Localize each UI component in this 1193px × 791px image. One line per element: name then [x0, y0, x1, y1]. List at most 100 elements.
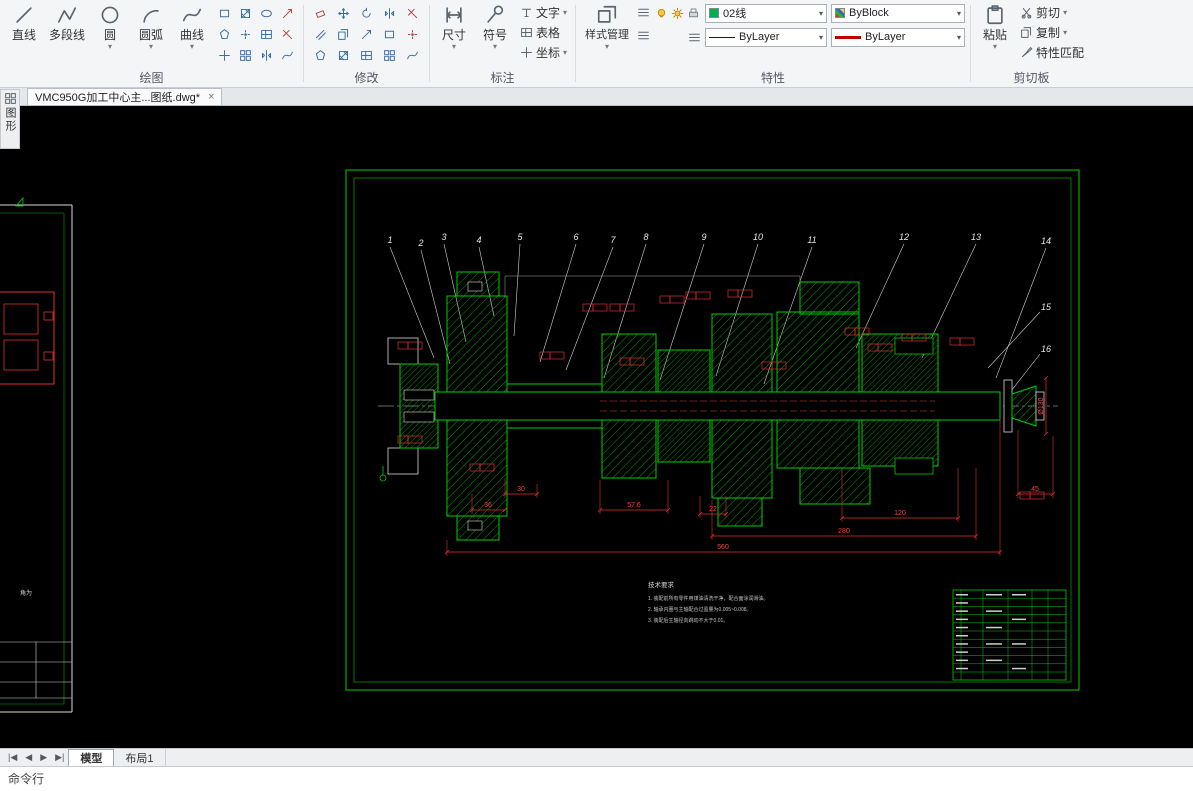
rotate-tool-icon[interactable] — [355, 3, 378, 24]
dropdown-arrow-icon[interactable]: ▾ — [957, 9, 961, 18]
cad-drawing[interactable]: 角为 1 2 3 4 5 6 7 8 9 10 11 12 13 14 15 1… — [0, 106, 1193, 748]
leader-tool-icon[interactable] — [277, 3, 298, 24]
layer-combo[interactable]: 02线 ▾ — [705, 3, 828, 23]
dropdown-arrow-icon[interactable]: ▾ — [819, 9, 823, 18]
copy-button[interactable]: 复制 ▾ — [1017, 22, 1087, 42]
break-point-tool-icon[interactable] — [401, 24, 424, 45]
panel-annotate: 尺寸 ▾ 符号 ▾ 文字 ▾ 表格 坐标 ▾ 标注 — [430, 0, 575, 87]
offset-tool-icon[interactable] — [309, 24, 332, 45]
dropdown-arrow-icon[interactable]: ▾ — [1063, 28, 1067, 37]
move-tool-icon[interactable] — [332, 3, 355, 24]
linetype-manager-icon[interactable] — [688, 31, 701, 44]
text-button[interactable]: 文字 ▾ — [517, 2, 570, 22]
svg-text:2. 轴承内圈与主轴配合过盈量为0.005~0.008。: 2. 轴承内圈与主轴配合过盈量为0.005~0.008。 — [648, 606, 752, 613]
array-edit-tool-icon[interactable] — [355, 45, 378, 66]
dropdown-arrow-icon[interactable]: ▾ — [605, 42, 609, 51]
align-tool-icon[interactable] — [378, 45, 401, 66]
title-block — [952, 589, 1067, 681]
command-line[interactable]: 命令行 — [0, 766, 1193, 791]
panel-label-annotate[interactable]: 标注 — [435, 70, 570, 87]
style-manager-button[interactable]: 样式管理 ▾ — [581, 1, 633, 65]
edit-curve-tool-icon[interactable] — [401, 45, 424, 66]
svg-text:30: 30 — [517, 486, 525, 493]
layer-list-icon[interactable] — [637, 6, 650, 19]
model-tab[interactable]: 模型 — [68, 749, 115, 766]
region-tool-icon[interactable] — [256, 24, 277, 45]
dropdown-arrow-icon[interactable]: ▾ — [190, 42, 194, 51]
scale-tool-icon[interactable] — [378, 24, 401, 45]
dropdown-arrow-icon[interactable]: ▾ — [108, 42, 112, 51]
last-sheet-button[interactable]: ▶| — [51, 749, 68, 766]
panel-label-clipboard[interactable]: 剪切板 — [976, 70, 1087, 87]
palette-grid-icon — [4, 92, 17, 105]
dropdown-arrow-icon[interactable]: ▾ — [563, 8, 567, 17]
dropdown-arrow-icon[interactable]: ▾ — [149, 42, 153, 51]
paste-button[interactable]: 粘贴 ▾ — [976, 1, 1014, 65]
layer-toggle-group — [654, 6, 701, 21]
mirror-tool-icon[interactable] — [378, 3, 401, 24]
axis-tool-icon[interactable] — [214, 45, 235, 66]
fillet-tool-icon[interactable] — [309, 45, 332, 66]
stretch-tool-icon[interactable] — [355, 24, 378, 45]
draw-tool-grid — [214, 3, 298, 66]
drawing-canvas[interactable]: 角为 1 2 3 4 5 6 7 8 9 10 11 12 13 14 15 1… — [0, 106, 1193, 748]
dropdown-arrow-icon[interactable]: ▾ — [1063, 8, 1067, 17]
dropdown-arrow-icon[interactable]: ▾ — [819, 33, 823, 42]
svg-text:3. 装配后主轴径向跳动不大于0.01。: 3. 装配后主轴径向跳动不大于0.01。 — [648, 617, 728, 624]
color-swatch — [835, 8, 846, 18]
arc-button[interactable]: 圆弧 ▾ — [132, 1, 170, 65]
hatch-tool-icon[interactable] — [235, 3, 256, 24]
dropdown-arrow-icon[interactable]: ▾ — [563, 48, 567, 57]
layer-freeze-icon[interactable] — [670, 6, 685, 21]
tab-close-icon[interactable]: × — [208, 91, 214, 103]
color-combo[interactable]: ByBlock ▾ — [831, 3, 966, 23]
layer-plot-icon[interactable] — [686, 6, 701, 21]
next-sheet-button[interactable]: ▶ — [36, 749, 51, 766]
dropdown-arrow-icon[interactable]: ▾ — [957, 33, 961, 42]
side-palette-tab[interactable]: 图形 — [0, 89, 20, 149]
mirror-tool-icon[interactable] — [256, 45, 277, 66]
panel-label-draw[interactable]: 绘图 — [5, 70, 298, 87]
symbol-button[interactable]: 符号 ▾ — [476, 1, 514, 65]
explode-tool-icon[interactable] — [332, 45, 355, 66]
svg-text:14: 14 — [1041, 236, 1051, 246]
polygon-tool-icon[interactable] — [214, 24, 235, 45]
match-properties-button[interactable]: 特性匹配 — [1017, 42, 1087, 62]
panel-label-modify[interactable]: 修改 — [309, 70, 424, 87]
coordinate-button[interactable]: 坐标 ▾ — [517, 42, 570, 62]
line-button[interactable]: 直线 — [5, 1, 43, 65]
dropdown-arrow-icon[interactable]: ▾ — [993, 42, 997, 51]
prev-sheet-button[interactable]: ◀ — [21, 749, 36, 766]
panel-label-properties[interactable]: 特性 — [581, 70, 965, 87]
curve-tool-icon[interactable] — [277, 45, 298, 66]
svg-text:9: 9 — [701, 232, 706, 242]
ellipse-tool-icon[interactable] — [256, 3, 277, 24]
svg-text:22: 22 — [709, 506, 717, 513]
copy-tool-icon[interactable] — [332, 24, 355, 45]
first-sheet-button[interactable]: |◀ — [4, 749, 21, 766]
dropdown-arrow-icon[interactable]: ▾ — [452, 42, 456, 51]
break-tool-icon[interactable] — [277, 24, 298, 45]
linetype-list-icon[interactable] — [637, 29, 650, 42]
spline-button[interactable]: 曲线 ▾ — [173, 1, 211, 65]
erase-tool-icon[interactable] — [309, 3, 332, 24]
array-tool-icon[interactable] — [235, 45, 256, 66]
circle-label: 圆 — [104, 28, 117, 42]
dropdown-arrow-icon[interactable]: ▾ — [493, 42, 497, 51]
lineweight-combo[interactable]: ByLayer ▾ — [831, 27, 966, 47]
rectangle-tool-icon[interactable] — [214, 3, 235, 24]
trim-tool-icon[interactable] — [401, 3, 424, 24]
dimension-button[interactable]: 尺寸 ▾ — [435, 1, 473, 65]
linetype-combo[interactable]: ByLayer ▾ — [705, 27, 828, 47]
panel-clipboard: 粘贴 ▾ 剪切 ▾ 复制 ▾ 特性匹配 剪切板 — [971, 0, 1092, 87]
layout1-tab[interactable]: 布局1 — [114, 749, 166, 766]
layer-on-icon[interactable] — [654, 6, 669, 21]
circle-button[interactable]: 圆 ▾ — [91, 1, 129, 65]
point-tool-icon[interactable] — [235, 24, 256, 45]
polyline-button[interactable]: 多段线 — [46, 1, 88, 65]
cut-button[interactable]: 剪切 ▾ — [1017, 2, 1087, 22]
table-button[interactable]: 表格 — [517, 22, 570, 42]
line-icon — [13, 2, 35, 28]
svg-text:120: 120 — [894, 510, 906, 517]
document-tab[interactable]: VMC950G加工中心主...图纸.dwg* × — [27, 88, 223, 105]
